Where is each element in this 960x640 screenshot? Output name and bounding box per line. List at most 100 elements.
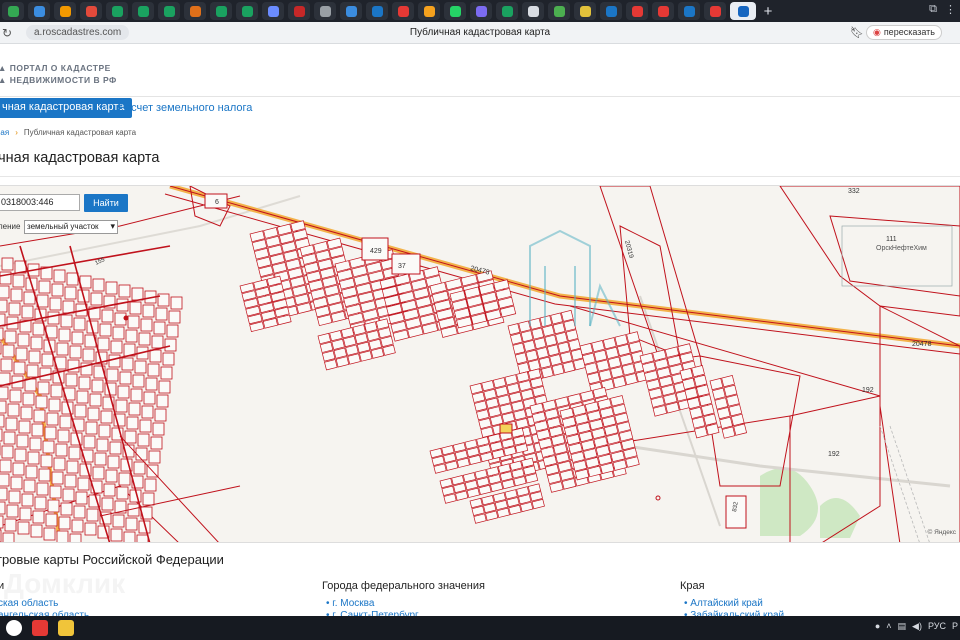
parcel xyxy=(97,337,110,351)
parcel xyxy=(0,341,2,355)
parcel xyxy=(14,448,27,462)
parcel xyxy=(10,476,23,490)
krai-link[interactable]: • Алтайский край xyxy=(684,598,763,609)
parcel xyxy=(532,385,546,398)
network-icon[interactable]: ▤ xyxy=(898,621,907,632)
browser-tab[interactable] xyxy=(340,2,362,20)
parcel xyxy=(83,435,96,449)
parcel xyxy=(602,337,617,350)
parcel-number: 111 xyxy=(886,236,897,243)
bookmark-icon[interactable]: 🔖︎ xyxy=(850,26,864,39)
parcel xyxy=(544,334,558,347)
folder-icon[interactable] xyxy=(58,620,74,636)
map-attribution[interactable]: © Яндекс xyxy=(928,529,956,536)
parcel xyxy=(130,388,143,402)
nav-tab-land-tax[interactable]: Расчет земельного налога xyxy=(118,102,252,114)
browser-tab[interactable] xyxy=(392,2,414,20)
language-indicator[interactable]: РУС xyxy=(928,621,946,632)
window-controls[interactable]: ⧉ ⋮ xyxy=(929,3,956,16)
browser-tab[interactable] xyxy=(496,2,518,20)
cadastral-map[interactable]: 20478 20478 20319 332 111 ОрскНефтеХим 192 192 4… xyxy=(0,185,960,543)
parcel xyxy=(53,457,66,471)
browser-tab[interactable] xyxy=(626,2,648,20)
volume-icon[interactable]: ◀) xyxy=(912,621,922,632)
city-link[interactable]: • г. Москва xyxy=(326,598,374,609)
translate-button[interactable]: ◉ пересказать xyxy=(865,25,942,40)
road-label: 20319 xyxy=(623,240,635,260)
parcel xyxy=(593,349,608,362)
tray-yandex-icon[interactable]: ● xyxy=(875,621,880,632)
parcel xyxy=(515,417,529,430)
parcel xyxy=(22,392,35,406)
parcel xyxy=(354,332,369,345)
browser-tab[interactable] xyxy=(262,2,284,20)
browser-tab[interactable] xyxy=(704,2,726,20)
parcel xyxy=(94,452,107,466)
parcel xyxy=(382,344,396,356)
map-canvas[interactable]: 204782047820319332111ОрскНефтеХим1921924… xyxy=(0,186,960,543)
parcel xyxy=(91,379,104,393)
browser-tab[interactable] xyxy=(366,2,388,20)
parcel xyxy=(506,382,521,395)
browser-tab[interactable] xyxy=(80,2,102,20)
parcel xyxy=(170,296,183,310)
browser-tab[interactable] xyxy=(236,2,258,20)
page-heading: ичная кадастровая карта xyxy=(0,150,160,166)
app-icon[interactable] xyxy=(32,620,48,636)
browser-tab[interactable] xyxy=(600,2,622,20)
region-link[interactable]: ская область xyxy=(0,598,58,609)
browser-tab[interactable] xyxy=(470,2,492,20)
parcel xyxy=(391,253,421,275)
parcel-number: 6 xyxy=(215,199,219,206)
portal-logo[interactable]: ▲ ПОРТАЛ О КАДАСТРЕ ▲ НЕДВИЖИМОСТИ В РФ xyxy=(0,62,117,86)
browser-tab[interactable] xyxy=(574,2,596,20)
browser-tab[interactable] xyxy=(288,2,310,20)
parcel xyxy=(18,420,31,434)
find-button[interactable]: Найти xyxy=(84,194,128,212)
browser-tab[interactable] xyxy=(54,2,76,20)
parcel xyxy=(3,431,16,445)
yandex-browser-icon[interactable] xyxy=(6,620,22,636)
parcel xyxy=(30,524,43,538)
browser-tab[interactable] xyxy=(158,2,180,20)
parcel xyxy=(84,522,97,536)
parcel xyxy=(37,381,50,395)
browser-tab[interactable] xyxy=(210,2,232,20)
browser-tab[interactable] xyxy=(132,2,154,20)
parcel xyxy=(20,406,33,420)
parcel xyxy=(607,356,622,369)
browser-tab[interactable] xyxy=(106,2,128,20)
parcel xyxy=(528,317,542,330)
parcel xyxy=(129,301,142,315)
tray-chevron-icon[interactable]: ˄ xyxy=(886,621,891,632)
main-nav: чная кадастровая карта Расчет земельного… xyxy=(0,96,960,118)
browser-tab[interactable] xyxy=(314,2,336,20)
browser-tab[interactable] xyxy=(730,2,756,20)
browser-tab[interactable] xyxy=(678,2,700,20)
breadcrumb-home[interactable]: ная xyxy=(0,128,9,137)
layer-select[interactable]: земельный участок xyxy=(24,220,118,234)
browser-tab[interactable] xyxy=(418,2,440,20)
reload-icon[interactable]: ↻ xyxy=(2,26,16,40)
parcel xyxy=(156,394,169,408)
browser-tab[interactable] xyxy=(652,2,674,20)
browser-tab[interactable] xyxy=(2,2,24,20)
browser-tab[interactable] xyxy=(184,2,206,20)
new-tab-button[interactable]: + xyxy=(760,2,776,20)
browser-tab[interactable] xyxy=(548,2,570,20)
parcel xyxy=(34,496,47,510)
parcel xyxy=(51,283,64,297)
parcel xyxy=(40,454,53,468)
parcel xyxy=(45,513,58,527)
browser-tab[interactable] xyxy=(444,2,466,20)
menu-icon[interactable]: ⋮ xyxy=(945,3,956,16)
nav-tab-cadastral-map[interactable]: чная кадастровая карта xyxy=(0,98,133,118)
parcel xyxy=(57,429,70,443)
url-field[interactable]: a.roscadastres.com xyxy=(26,25,130,40)
browser-tab[interactable] xyxy=(28,2,50,20)
restore-icon[interactable]: ⧉ xyxy=(929,3,937,16)
parcel xyxy=(60,502,73,516)
browser-tab[interactable] xyxy=(522,2,544,20)
parcel xyxy=(517,361,530,374)
cadastral-number-input[interactable]: 0318003:446 xyxy=(0,194,80,211)
